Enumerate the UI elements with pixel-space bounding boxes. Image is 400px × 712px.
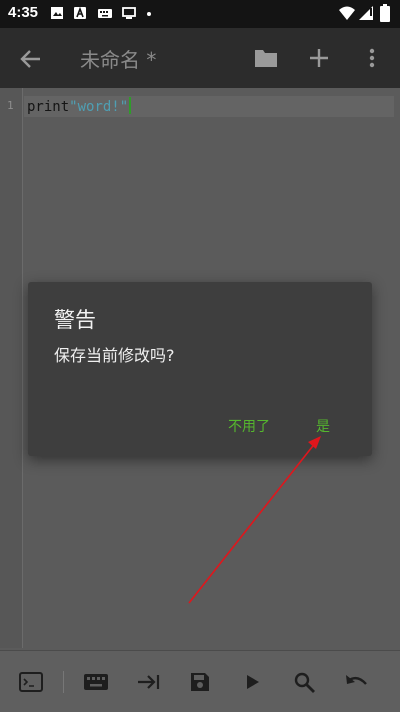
cellular-icon (359, 6, 373, 20)
run-icon[interactable] (243, 671, 263, 693)
bottom-toolbar (0, 650, 400, 712)
keyboard-icon (98, 9, 112, 18)
status-bar: 4:35 (0, 0, 400, 28)
status-time: 4:35 (8, 4, 39, 21)
app-bar: 未命名 * (0, 28, 400, 88)
search-icon[interactable] (293, 671, 317, 695)
terminal-icon[interactable] (18, 671, 44, 693)
dot-icon (147, 12, 151, 16)
dialog-message: 保存当前修改吗? (54, 346, 175, 365)
save-icon[interactable] (189, 671, 211, 693)
code-line[interactable]: print"word!" (27, 97, 132, 115)
keyboard-icon[interactable] (83, 671, 109, 693)
text-cursor (129, 97, 132, 114)
battery-icon (380, 4, 390, 22)
toolbar-divider (63, 671, 64, 693)
tab-icon[interactable] (136, 671, 162, 693)
wifi-icon (339, 6, 355, 20)
more-vert-icon[interactable] (364, 46, 380, 70)
folder-icon[interactable] (253, 46, 279, 70)
yes-button[interactable]: 是 (316, 416, 330, 436)
line-number: 1 (7, 99, 14, 112)
code-keyword: print (27, 99, 70, 115)
add-icon[interactable] (307, 46, 331, 70)
a-badge-icon (74, 6, 86, 19)
dont-save-button[interactable]: 不用了 (228, 416, 270, 436)
code-string: "word!" (69, 99, 129, 115)
line-gutter: 1 (0, 88, 23, 648)
undo-icon[interactable] (344, 671, 370, 693)
dialog-title: 警告 (54, 308, 96, 332)
image-icon (51, 7, 63, 19)
screen-icon (122, 7, 136, 19)
page-title: 未命名 * (80, 48, 157, 72)
back-arrow-icon[interactable] (18, 46, 44, 72)
save-warning-dialog: 警告 保存当前修改吗? 不用了 是 (28, 282, 372, 456)
